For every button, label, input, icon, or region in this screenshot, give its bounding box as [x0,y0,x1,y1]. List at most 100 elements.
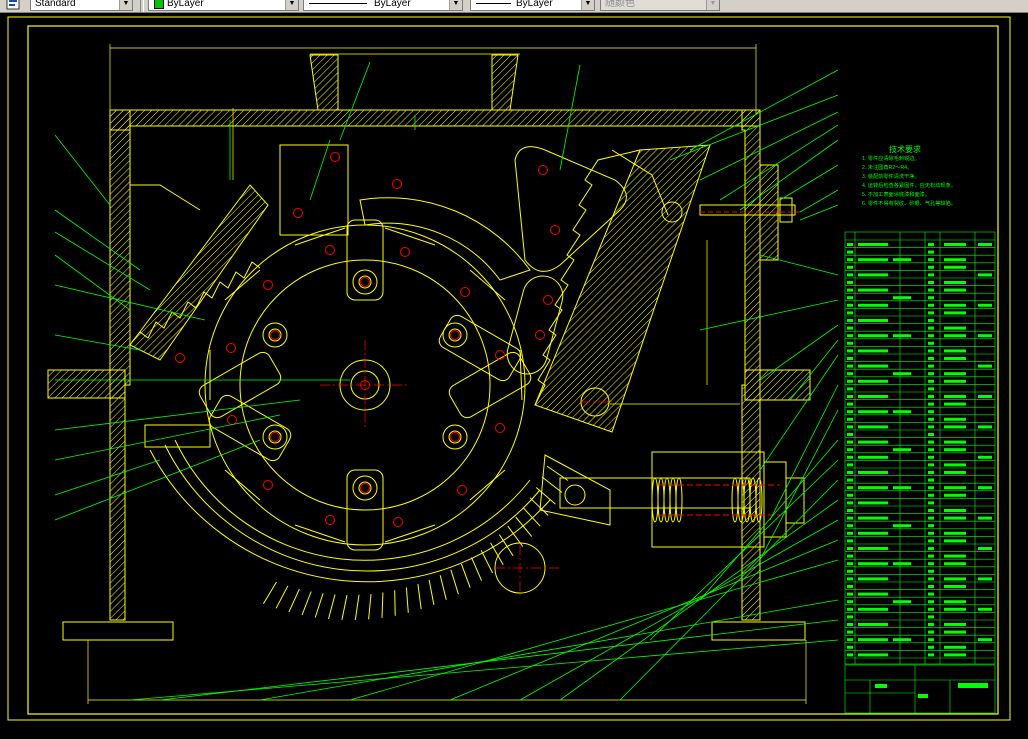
hole [450,330,460,340]
table-cell-mark [928,410,934,414]
hole [263,280,273,290]
table-cell-mark [944,395,966,398]
linetype-dropdown[interactable]: ByLayer ▼ [303,0,463,11]
leader-line [349,559,839,701]
table-cell-mark [858,653,888,657]
grate-bar [439,575,447,600]
chevron-down-icon[interactable]: ▼ [119,0,132,10]
chevron-down-icon: ▼ [706,0,719,10]
table-cell-mark [847,501,853,505]
hole [226,343,236,353]
table-cell-mark [944,607,966,611]
grate-arc [144,424,569,621]
hole [325,515,335,525]
grate-bar [328,594,336,620]
table-cell-mark [847,623,853,626]
text-style-icon[interactable] [6,0,20,10]
table-cell-mark [944,531,966,535]
table-cell-mark [928,577,934,581]
leader-line [699,299,839,331]
plot-style-value: 随颜色 [605,0,635,9]
table-cell-mark [978,516,992,520]
table-cell-mark [944,516,966,520]
table-cell-mark [928,296,934,300]
table-cell-mark [847,585,853,588]
table-cell-mark [858,395,888,398]
table-cell-mark [847,478,853,482]
table-cell-mark [944,311,966,315]
table-cell-mark [858,471,888,474]
left-liner-plate [129,184,269,361]
grate-bar [301,591,312,616]
grate-bar [541,476,563,493]
table-cell-mark [978,607,992,611]
chevron-down-icon[interactable]: ▼ [581,0,594,10]
hole [325,245,335,255]
table-cell-mark [944,509,966,512]
lineweight-preview [476,3,511,4]
table-cell-mark [944,585,966,588]
text-style-dropdown[interactable]: Standard ▼ [30,0,133,11]
table-cell-mark [928,509,934,512]
table-cell-mark [944,448,966,452]
table-cell-mark [978,577,992,581]
table-cell-mark [978,364,992,368]
table-cell-mark [847,493,853,497]
table-cell-mark [847,531,853,535]
grate-bar [450,569,459,595]
table-cell-mark [847,433,853,436]
grate-bar [535,487,556,505]
table-cell-mark [928,478,934,482]
table-cell-mark [978,303,992,307]
table-cell-mark [928,493,934,497]
leader-line [129,639,839,701]
leader-lines [54,61,839,701]
table-cell-mark [928,524,934,528]
table-cell-mark [858,273,888,277]
table-cell-mark [847,554,853,558]
table-cell-mark [944,600,966,604]
table-cell-mark [847,607,853,611]
table-cell-mark [978,334,992,338]
table-cell-mark [893,296,911,300]
hole [460,287,470,297]
table-cell-mark [944,577,966,581]
table-cell-mark [858,379,888,383]
hole [535,330,545,340]
grate-bar [498,534,514,557]
chevron-down-icon[interactable]: ▼ [285,0,298,10]
leader-line [54,414,281,461]
color-dropdown[interactable]: ByLayer ▼ [148,0,299,11]
table-cell-mark [944,562,966,566]
chevron-down-icon[interactable]: ▼ [449,0,462,10]
color-value: ByLayer [167,0,204,9]
table-cell-mark [893,334,911,338]
table-cell-mark [944,281,966,284]
table-cell-mark [928,554,934,558]
table-cell-mark [928,501,934,505]
feed-chute-right [491,54,519,111]
table-cell-mark [858,303,888,307]
table-cell-mark [928,547,934,550]
table-cell-mark [847,638,853,642]
table-cell-mark [928,653,934,657]
table-cell-mark [928,516,934,520]
table-cell-mark [928,585,934,588]
table-cell-mark [858,349,888,353]
table-cell-mark [847,417,853,421]
leader-line [259,599,839,701]
table-cell-mark [858,577,888,581]
table-cell-mark [928,463,934,467]
table-cell-mark [893,524,911,528]
table-cell-mark [944,326,966,330]
cad-drawing-canvas[interactable]: 技术要求 1. 零件应清除毛刺锐边。2. 未注圆角R2～R4。3. 装配前零件清… [0,13,1028,739]
table-cell-mark [928,425,934,429]
table-cell-mark [893,410,911,414]
table-cell-mark [847,471,853,474]
table-cell-mark [847,288,853,292]
table-cell-mark [847,524,853,528]
table-cell-mark [928,326,934,330]
table-cell-mark [928,341,934,345]
hole [393,517,403,527]
lineweight-dropdown[interactable]: ByLayer ▼ [470,0,595,11]
